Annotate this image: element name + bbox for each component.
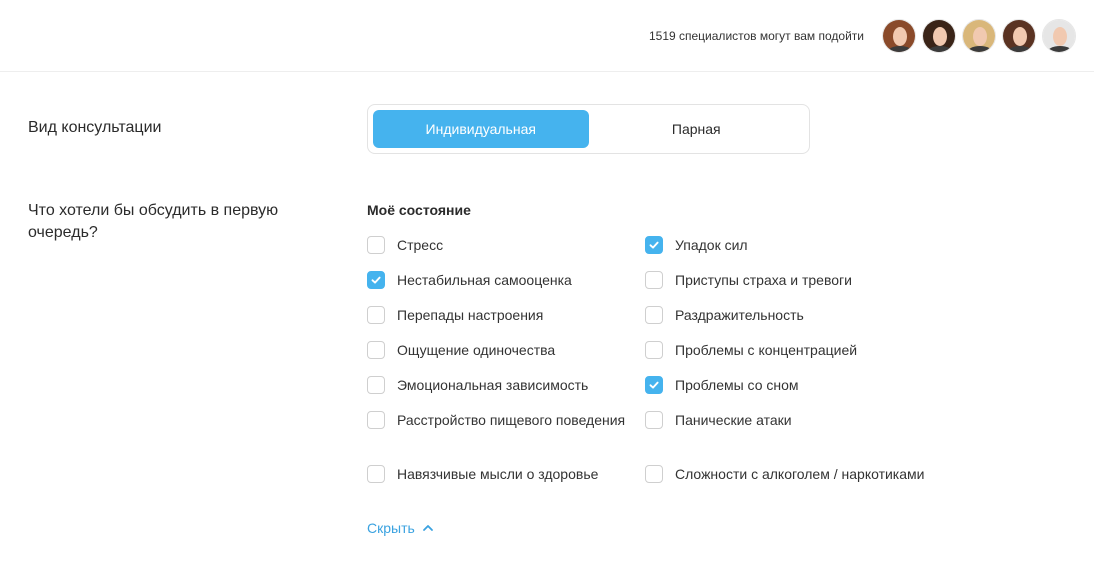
hide-link[interactable]: Скрыть: [367, 520, 434, 536]
topic-checkbox-label: Расстройство пищевого поведения: [397, 412, 626, 428]
topic-checkbox-item[interactable]: Упадок сил: [645, 235, 985, 255]
topic-checkbox-label: Нестабильная самооценка: [397, 272, 572, 288]
specialist-avatar: [1002, 18, 1036, 53]
topic-checkbox-item[interactable]: Проблемы с концентрацией: [645, 340, 985, 360]
topic-checkbox-label: Навязчивые мысли о здоровье: [397, 466, 599, 482]
specialist-avatar: [962, 18, 996, 53]
topic-checkbox-item[interactable]: Панические атаки: [645, 410, 985, 430]
checkbox-unchecked[interactable]: [367, 306, 385, 324]
discuss-topic-label: Что хотели бы обсудить в первую очередь?: [28, 202, 279, 241]
checkbox-unchecked[interactable]: [367, 411, 385, 429]
topic-checkbox-item[interactable]: Раздражительность: [645, 305, 985, 325]
checkbox-unchecked[interactable]: [367, 341, 385, 359]
hide-link-label: Скрыть: [367, 520, 415, 536]
topic-checkbox-label: Эмоциональная зависимость: [397, 377, 589, 393]
topic-checkbox-item[interactable]: Стресс: [367, 235, 629, 255]
topic-checkbox-item[interactable]: Нестабильная самооценка: [367, 270, 629, 290]
topic-checkbox-label: Ощущение одиночества: [397, 342, 556, 358]
topic-checkbox-label: Перепады настроения: [397, 307, 544, 323]
topic-checkbox-item[interactable]: Расстройство пищевого поведения: [367, 410, 629, 430]
section-title-my-state: Моё состояние: [367, 202, 471, 218]
chevron-up-icon: [422, 525, 433, 531]
specialist-avatar: [922, 18, 956, 53]
header-bar: 1519 специалистов могут вам подойти: [0, 0, 1094, 72]
checkbox-checked[interactable]: [645, 236, 663, 254]
checkbox-unchecked[interactable]: [367, 376, 385, 394]
consultation-type-label: Вид консультации: [28, 119, 162, 136]
topic-checkbox-item[interactable]: Ощущение одиночества: [367, 340, 629, 360]
topic-checkbox-item[interactable]: Перепады настроения: [367, 305, 629, 325]
checkbox-unchecked[interactable]: [645, 306, 663, 324]
checkbox-unchecked[interactable]: [645, 465, 663, 483]
checkbox-checked[interactable]: [367, 271, 385, 289]
topic-checkbox-item[interactable]: Эмоциональная зависимость: [367, 375, 629, 395]
topic-checkbox-label: Упадок сил: [675, 237, 748, 253]
topic-checkbox-item[interactable]: Навязчивые мысли о здоровье: [367, 464, 629, 484]
checkbox-unchecked[interactable]: [645, 411, 663, 429]
topic-checkbox-label: Приступы страха и тревоги: [675, 272, 852, 288]
topic-checkbox-label: Панические атаки: [675, 412, 792, 428]
topic-checkbox-item[interactable]: Приступы страха и тревоги: [645, 270, 985, 290]
checkbox-unchecked[interactable]: [367, 465, 385, 483]
checkbox-checked[interactable]: [645, 376, 663, 394]
consultation-type-switch: Индивидуальная Парная: [367, 104, 810, 154]
topic-checkbox-label: Сложности с алкоголем / наркотиками: [675, 466, 925, 482]
topic-checkbox-item[interactable]: Проблемы со сном: [645, 375, 985, 395]
checkbox-unchecked[interactable]: [645, 271, 663, 289]
option-individual[interactable]: Индивидуальная: [373, 110, 589, 148]
specialists-count-text: 1519 специалистов могут вам подойти: [648, 28, 864, 43]
specialist-avatar: [1042, 18, 1076, 53]
topic-checkbox-label: Стресс: [397, 237, 444, 253]
option-couple[interactable]: Парная: [589, 110, 805, 148]
topic-checkbox-label: Раздражительность: [675, 307, 804, 323]
topic-checkbox-label: Проблемы с концентрацией: [675, 342, 858, 358]
checkbox-unchecked[interactable]: [645, 341, 663, 359]
topic-checkbox-item[interactable]: Сложности с алкоголем / наркотиками: [645, 464, 985, 484]
topic-checkbox-label: Проблемы со сном: [675, 377, 799, 393]
specialist-avatars: [882, 18, 1076, 53]
checkbox-unchecked[interactable]: [367, 236, 385, 254]
specialist-avatar: [882, 18, 916, 53]
